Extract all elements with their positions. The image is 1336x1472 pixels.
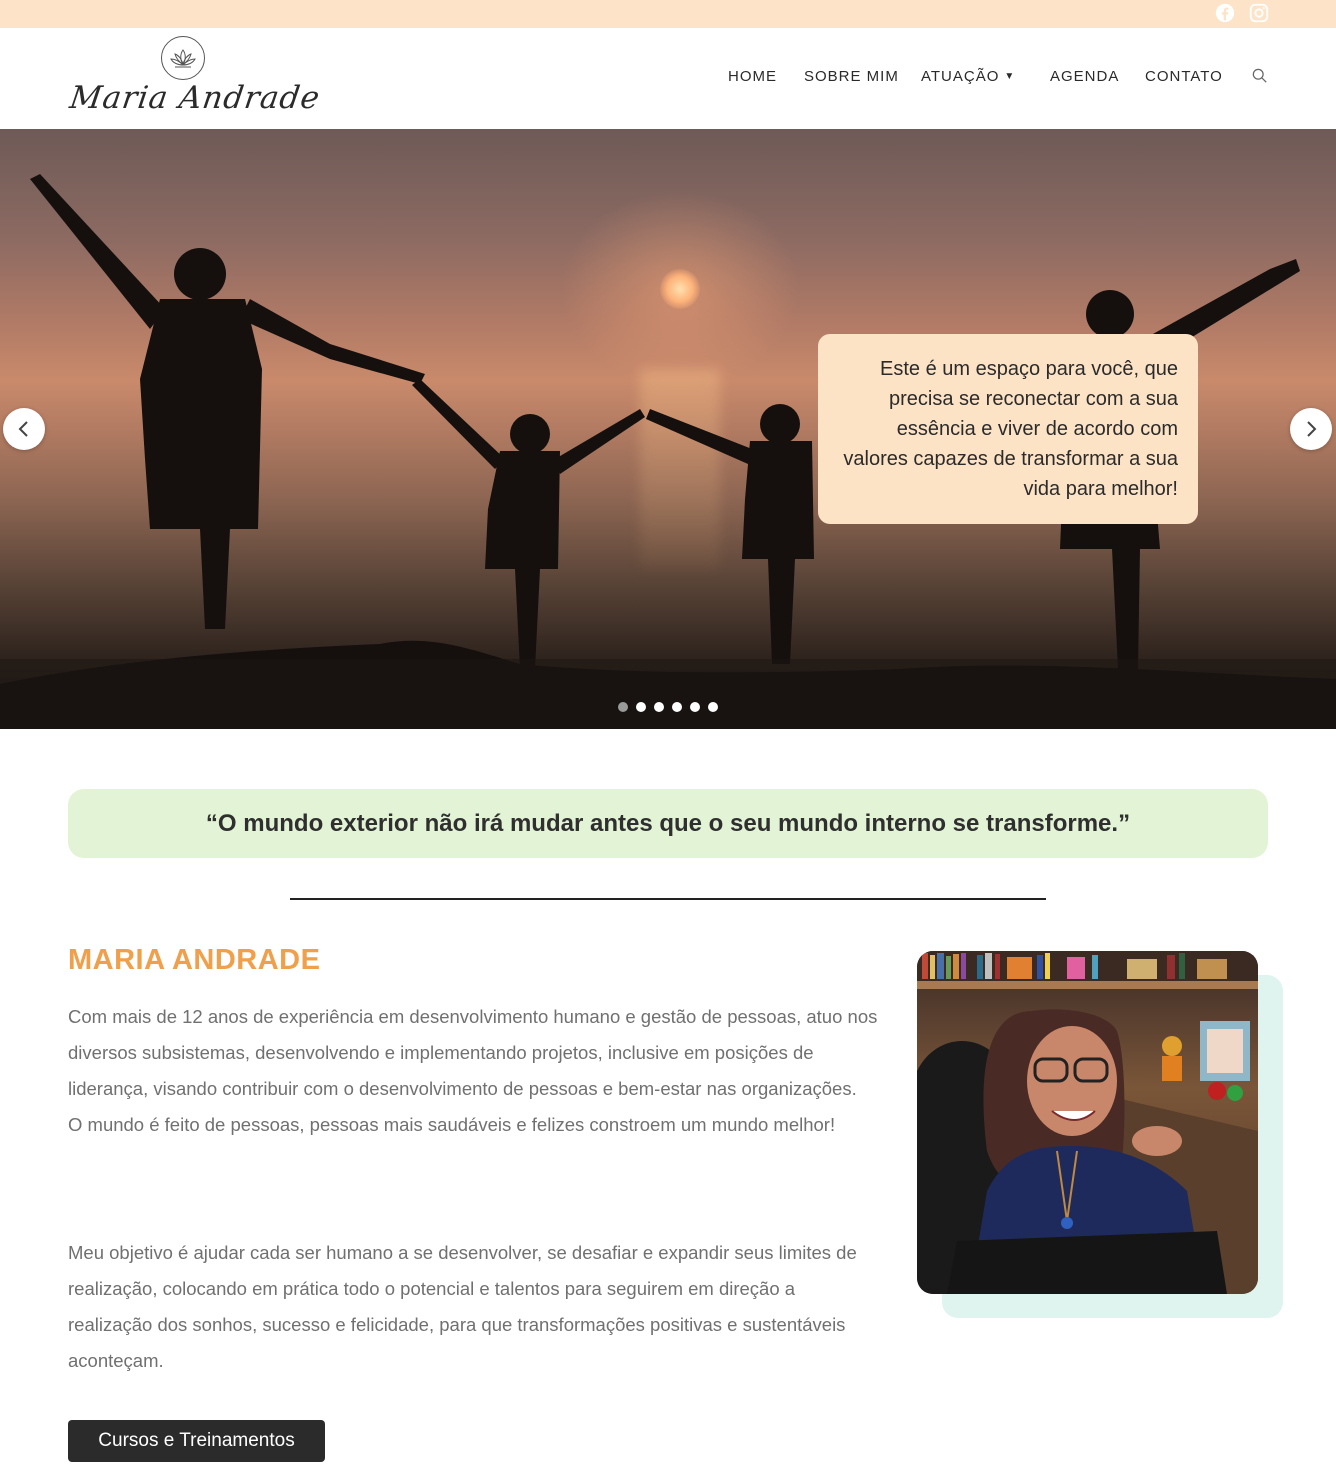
site-header: Maria Andrade HOME SOBRE MIM ATUAÇÃO ▼ AG… — [0, 28, 1336, 129]
slider-dot[interactable] — [654, 702, 664, 712]
search-icon[interactable] — [1252, 68, 1270, 86]
nav-agenda[interactable]: AGENDA — [1050, 68, 1119, 85]
about-paragraph-2: Meu objetivo é ajudar cada ser humano a … — [68, 1242, 857, 1371]
slider-dot[interactable] — [618, 702, 628, 712]
site-logo[interactable]: Maria Andrade — [66, 34, 323, 126]
hero-slider: Este é um espaço para você, que precisa … — [0, 129, 1336, 729]
about-paragraph-1a: Com mais de 12 anos de experiência em de… — [68, 1006, 878, 1099]
nav-atuacao[interactable]: ATUAÇÃO ▼ — [921, 68, 1015, 85]
courses-button[interactable]: Cursos e Treinamentos — [68, 1420, 325, 1462]
nav-home[interactable]: HOME — [728, 68, 777, 85]
chevron-left-icon — [18, 421, 28, 437]
slider-next-button[interactable] — [1290, 408, 1332, 450]
slider-dot[interactable] — [708, 702, 718, 712]
lotus-icon — [161, 36, 205, 80]
nav-contato[interactable]: CONTATO — [1145, 68, 1223, 85]
facebook-icon[interactable] — [1214, 2, 1236, 24]
slider-prev-button[interactable] — [3, 408, 45, 450]
nav-atuacao-label: ATUAÇÃO — [921, 68, 1000, 85]
chevron-right-icon — [1307, 421, 1317, 437]
nav-sobre-mim[interactable]: SOBRE MIM — [804, 68, 899, 85]
section-divider — [290, 898, 1046, 900]
profile-photo — [917, 951, 1258, 1294]
slider-dot[interactable] — [690, 702, 700, 712]
instagram-icon[interactable] — [1248, 2, 1270, 24]
hero-caption: Este é um espaço para você, que precisa … — [818, 334, 1198, 524]
logo-wordmark: Maria Andrade — [67, 80, 323, 116]
about-paragraph-1: Com mais de 12 anos de experiência em de… — [68, 999, 878, 1143]
slider-dot[interactable] — [672, 702, 682, 712]
slider-dot[interactable] — [636, 702, 646, 712]
about-title: MARIA ANDRADE — [68, 944, 321, 976]
about-paragraph-1b: O mundo é feito de pessoas, pessoas mais… — [68, 1114, 836, 1135]
quote-banner: “O mundo exterior não irá mudar antes qu… — [68, 789, 1268, 858]
top-bar — [0, 0, 1336, 28]
slider-pagination — [618, 702, 718, 712]
chevron-down-icon: ▼ — [1004, 71, 1016, 82]
